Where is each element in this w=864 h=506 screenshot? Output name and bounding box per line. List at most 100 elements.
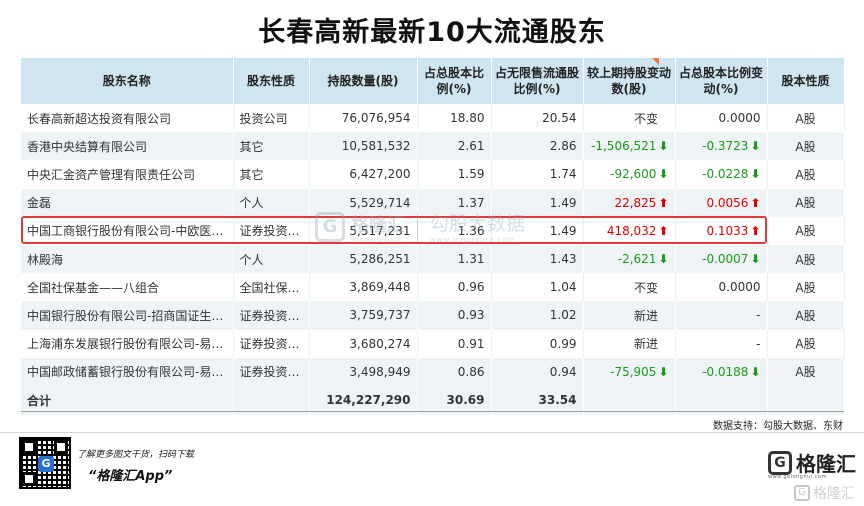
cell-pct-change-text: -0.0188 xyxy=(702,364,749,379)
cell-pct-total: 2.61 xyxy=(417,132,492,161)
header-shares: 持股数量(股) xyxy=(309,58,418,104)
cell-name: 全国社保基金——八组合 xyxy=(21,273,234,302)
cell-pct-total: 18.80 xyxy=(417,104,492,133)
cell-pct-float: 1.02 xyxy=(491,301,584,330)
arrow-down-icon: ⬇ xyxy=(750,167,761,182)
cell-pct-float-text: 20.54 xyxy=(542,111,577,126)
header-pct-total: 占总股本比例(%) xyxy=(417,58,492,104)
table-row: 中国工商银行股份有限公司-中欧医疗健康混合型证券投资基金证券投资基金 5,517,… xyxy=(21,216,845,245)
cell-name-text: 金磊 xyxy=(27,196,52,211)
cell-type-text: 全国社保基金 xyxy=(239,280,309,295)
header-type: 股东性质 xyxy=(233,58,310,104)
table-row: 长春高新超达投资有限公司 投资公司 76,076,954 18.80 20.54 不变 0.… xyxy=(21,104,845,133)
cell-type: 证券投资基金 xyxy=(233,216,310,245)
cell-change-text: -92,600 xyxy=(610,167,657,182)
cell-pct-change: -0.0188 ⬇ xyxy=(675,357,768,386)
promo-line-2: “格隆汇App” xyxy=(88,469,173,484)
cell-pct-float-text: 1.43 xyxy=(549,252,577,267)
cell-change-text: -75,905 xyxy=(610,364,657,379)
arrow-down-icon: ⬇ xyxy=(658,139,669,154)
corner-watermark-text: 格隆汇 xyxy=(813,486,855,502)
cell-pct-float: 1.04 xyxy=(491,273,584,302)
qr-corner-tl xyxy=(22,440,36,454)
cell-nature-text: A股 xyxy=(795,224,816,239)
header-change: 较上期持股变动数(股) xyxy=(583,58,676,104)
cell-name-text: 香港中央结算有限公司 xyxy=(27,139,148,154)
cell-shares: 6,427,200 xyxy=(309,160,418,189)
table-header-row: 股东名称 股东性质 持股数量(股) 占总股本比例(%) 占无限售流通股比例(%)… xyxy=(21,58,845,104)
cell-shares-text: 3,759,737 xyxy=(349,308,411,323)
cell-name: 中国邮政储蓄银行股份有限公司-易方达医疗保健行业混合型证券投资基金 xyxy=(21,357,234,386)
cell-nature: A股 xyxy=(767,301,845,330)
cell-pct-change: - xyxy=(675,301,768,330)
cell-pct-total-text: 0.86 xyxy=(457,364,485,379)
cell-pct-total: 1.31 xyxy=(417,244,492,274)
cell-pct-change-text: 0.0056 xyxy=(706,195,749,210)
corner-marker-icon xyxy=(652,58,659,65)
cell-pct-float: 0.99 xyxy=(491,329,584,358)
header-name: 股东名称 xyxy=(21,58,234,104)
cell-nature: A股 xyxy=(767,244,845,274)
cell-change: 22,825 ⬆ xyxy=(583,188,676,217)
cell-pct-total: 0.93 xyxy=(417,301,492,330)
cell-pct-float: 0.94 xyxy=(491,357,584,386)
cell-change-text: 418,032 xyxy=(606,223,657,238)
cell-shares-text: 10,581,532 xyxy=(341,139,411,154)
cell-change: 不变 xyxy=(583,273,676,302)
cell-type: 证券投资基金 xyxy=(233,301,310,330)
cell-pct-change: 0.1033 ⬆ xyxy=(675,216,768,245)
table-row: 中国邮政储蓄银行股份有限公司-易方达医疗保健行业混合型证券投资基金证券投资基金 3… xyxy=(21,357,845,386)
cell-pct-total-text: 0.93 xyxy=(457,308,485,323)
table-row: 中国银行股份有限公司-招商国证生物医药指数分级证券投资基金证券投资基金 3,759… xyxy=(21,301,845,330)
cell-nature-text: A股 xyxy=(795,139,816,154)
cell-type-text: 证券投资基金 xyxy=(239,308,309,323)
table-row: 上海浦东发展银行股份有限公司-易方达医疗保健行业混合型证券投资基金证券投资基金 3… xyxy=(21,329,845,358)
table-row: 金磊 个人 5,529,714 1.37 1.49 22,825 ⬆ 0.0056 ⬆ A股 xyxy=(21,188,845,217)
header-nature: 股本性质 xyxy=(767,58,845,104)
cell-shares: 3,680,274 xyxy=(309,329,418,358)
cell-pct-float: 2.86 xyxy=(491,132,584,161)
cell-pct-float-text: 1.49 xyxy=(549,195,577,210)
cell-name: 中国银行股份有限公司-招商国证生物医药指数分级证券投资基金 xyxy=(21,301,234,330)
cell-pct-change-text: -0.0007 xyxy=(702,252,749,267)
header-pct-change: 占总股本比例变动(%) xyxy=(675,58,768,104)
promo-line-1: 了解更多图文干货，扫码下载 xyxy=(77,450,195,460)
cell-pct-change: -0.0007 ⬇ xyxy=(675,244,768,274)
cell-name: 香港中央结算有限公司 xyxy=(21,132,234,161)
qr-code-icon[interactable]: G xyxy=(19,437,71,489)
arrow-down-icon: ⬇ xyxy=(750,364,761,379)
cell-nature-text: A股 xyxy=(795,337,816,352)
cell-type-text: 证券投资基金 xyxy=(239,224,309,239)
cell-type-text: 其它 xyxy=(239,167,264,182)
table-row: 全国社保基金——八组合 全国社保基金 3,869,448 0.96 1.04 不变 0.00… xyxy=(21,273,845,302)
cell-type: 证券投资基金 xyxy=(233,357,310,386)
cell-pct-change: 0.0000 xyxy=(675,104,768,133)
cell-nature-text: A股 xyxy=(795,308,816,323)
cell-pct-change-text: 0.0000 xyxy=(718,280,761,295)
brand-url: www.gelonghui.com xyxy=(768,474,827,480)
cell-pct-total: 0.96 xyxy=(417,273,492,302)
table-row: 林殿海 个人 5,286,251 1.31 1.43 -2,621 ⬇ -0.0007 ⬇ A股 xyxy=(21,244,845,274)
cell-shares-text: 5,286,251 xyxy=(349,252,411,267)
cell-pct-change: 0.0000 xyxy=(675,273,768,302)
cell-pct-total: 1.59 xyxy=(417,160,492,189)
cell-type: 证券投资基金 xyxy=(233,329,310,358)
cell-nature-text: A股 xyxy=(795,111,816,126)
cell-name-text: 中央汇金资产管理有限责任公司 xyxy=(27,167,196,182)
data-source: 数据支持：勾股大数据、东财 xyxy=(713,421,843,432)
cell-name-text: 林殿海 xyxy=(27,252,64,267)
corner-watermark: G 格隆汇 xyxy=(794,483,855,503)
arrow-down-icon: ⬇ xyxy=(658,364,669,379)
cell-nature: A股 xyxy=(767,160,845,189)
cell-type: 个人 xyxy=(233,188,310,217)
cell-nature: A股 xyxy=(767,132,845,161)
cell-shares-text: 6,427,200 xyxy=(349,167,411,182)
cell-change: -2,621 ⬇ xyxy=(583,244,676,274)
cell-change-text: 新进 xyxy=(633,337,658,352)
cell-name: 金磊 xyxy=(21,188,234,217)
cell-shares: 5,286,251 xyxy=(309,244,418,274)
cell-shares: 10,581,532 xyxy=(309,132,418,161)
cell-pct-float-text: 1.04 xyxy=(549,280,577,295)
cell-pct-change-text: - xyxy=(756,308,761,323)
cell-shares-text: 5,529,714 xyxy=(349,195,411,210)
